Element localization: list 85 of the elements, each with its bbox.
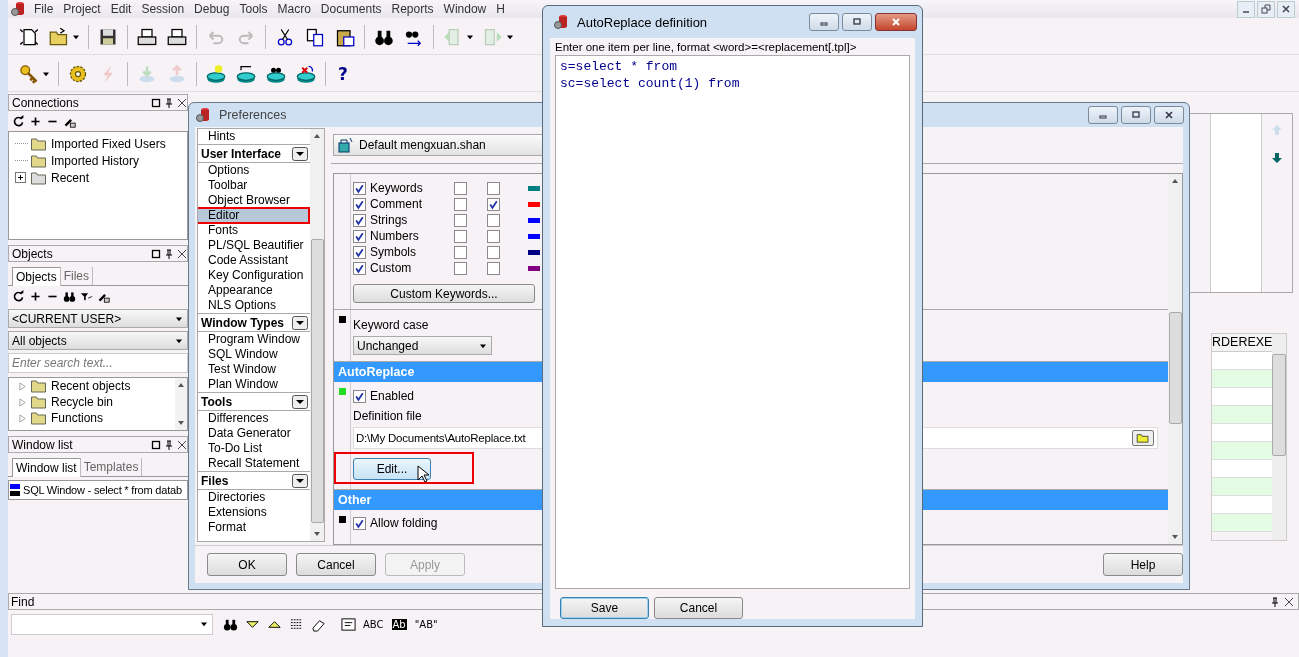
category-item[interactable]: Data Generator xyxy=(198,426,310,442)
find-option-toggle[interactable]: "AB" xyxy=(414,618,438,630)
menu-item[interactable]: Session xyxy=(141,2,185,16)
menu-item[interactable]: Tools xyxy=(239,2,268,16)
tab[interactable]: Window list xyxy=(12,458,81,477)
field-label: Keyword case xyxy=(353,318,430,335)
panel-title: Find xyxy=(11,594,35,609)
find-option-toggle[interactable]: Ab xyxy=(391,618,407,630)
menu-item[interactable]: Debug xyxy=(194,2,230,16)
checkbox-label: Enabled xyxy=(370,389,415,404)
category-title: Tools xyxy=(201,394,233,409)
checkbox-label: Numbers xyxy=(370,229,420,244)
tab[interactable]: Templates xyxy=(80,458,143,476)
category-item[interactable]: Appearance xyxy=(198,283,310,299)
category-header[interactable]: Window Types xyxy=(198,313,310,333)
checkbox-label: Allow folding xyxy=(370,516,438,531)
dialog-button[interactable]: Cancel xyxy=(296,553,376,577)
category-item[interactable]: SQL Window xyxy=(198,347,310,363)
dialog-button[interactable]: Cancel xyxy=(654,597,743,619)
panel-title: Window list xyxy=(12,437,73,452)
tree-item[interactable]: Imported History xyxy=(51,153,140,168)
category-item[interactable]: Key Configuration xyxy=(198,268,310,284)
category-title: Files xyxy=(201,473,229,488)
category-item[interactable]: Format xyxy=(198,520,310,536)
help-button[interactable]: Help xyxy=(1103,553,1183,577)
dialog-button[interactable]: Save xyxy=(560,597,649,619)
category-title: Window Types xyxy=(201,315,284,330)
category-header[interactable]: Files xyxy=(198,471,310,491)
custom-keywords-button[interactable]: Custom Keywords... xyxy=(353,284,535,304)
category-item[interactable]: Extensions xyxy=(198,505,310,521)
panel-title: Connections xyxy=(12,95,79,110)
category-item[interactable]: Object Browser xyxy=(198,193,310,209)
tree-item[interactable]: Imported Fixed Users xyxy=(51,136,166,151)
edit-button[interactable]: Edit... xyxy=(353,458,431,481)
keyword-case-dropdown[interactable]: Unchanged xyxy=(353,336,492,356)
tree-item[interactable]: Functions xyxy=(51,411,104,425)
category-item[interactable]: Options xyxy=(198,163,310,179)
menu-item[interactable]: File xyxy=(34,2,54,16)
category-item[interactable]: Recall Statement xyxy=(198,456,310,472)
owner-dropdown[interactable]: <CURRENT USER> xyxy=(8,309,188,328)
checkbox-label: Symbols xyxy=(370,245,417,260)
menu-item[interactable]: Project xyxy=(63,2,101,16)
menu-item[interactable]: H xyxy=(496,2,505,16)
filter-dropdown[interactable]: All objects xyxy=(8,331,188,350)
category-title: User Interface xyxy=(201,146,282,161)
instruction-text: Enter one item per line, format <word>=<replacement[.tpl]> xyxy=(555,41,858,55)
checkbox-label: Comment xyxy=(370,197,423,212)
category-item[interactable]: Toolbar xyxy=(198,178,310,194)
category-item[interactable]: Differences xyxy=(198,411,310,427)
category-item[interactable]: Hints xyxy=(198,129,310,145)
menu-item[interactable]: Edit xyxy=(110,2,132,16)
checkbox-label: Strings xyxy=(370,213,409,228)
window-title: Preferences xyxy=(219,108,287,123)
definition-editor[interactable]: s=select * from sc=select count(1) from xyxy=(555,55,910,589)
category-item[interactable]: Program Window xyxy=(198,332,310,348)
checkbox-label: Keywords xyxy=(370,181,424,196)
menu-item[interactable]: Reports xyxy=(391,2,434,16)
panel-title: Objects xyxy=(12,246,53,261)
help-icon[interactable]: ? xyxy=(338,64,348,84)
tree-item[interactable]: Recycle bin xyxy=(51,395,114,409)
tab[interactable]: Files xyxy=(60,267,94,285)
tab[interactable]: Objects xyxy=(12,267,61,286)
category-item[interactable]: To-Do List xyxy=(198,441,310,457)
tree-item[interactable]: Recent objects xyxy=(51,379,131,393)
category-item[interactable]: Plan Window xyxy=(198,377,310,393)
menu-item[interactable]: Macro xyxy=(277,2,311,16)
category-item[interactable]: Editor xyxy=(198,208,309,224)
category-header[interactable]: Tools xyxy=(198,392,310,412)
category-header[interactable]: User Interface xyxy=(198,144,310,164)
column-header[interactable]: RDEREXE xyxy=(1212,334,1272,352)
tree-item[interactable]: Recent xyxy=(51,170,90,185)
menu-item[interactable]: Documents xyxy=(320,2,382,16)
menu-item[interactable]: Window xyxy=(443,2,487,16)
category-item[interactable]: Directories xyxy=(198,490,310,506)
dialog-button[interactable]: OK xyxy=(207,553,287,577)
category-item[interactable]: NLS Options xyxy=(198,298,310,314)
category-item[interactable]: Fonts xyxy=(198,223,310,239)
search-field[interactable]: Enter search text... xyxy=(8,353,188,373)
checkbox-label: Custom xyxy=(370,261,413,276)
category-item[interactable]: Code Assistant xyxy=(198,253,310,269)
category-item[interactable]: Test Window xyxy=(198,362,310,378)
window-title: AutoReplace definition xyxy=(577,14,708,30)
find-option-toggle[interactable]: ABC xyxy=(363,618,384,630)
field-label: Definition file xyxy=(353,409,423,426)
category-item[interactable]: PL/SQL Beautifier xyxy=(198,238,310,254)
